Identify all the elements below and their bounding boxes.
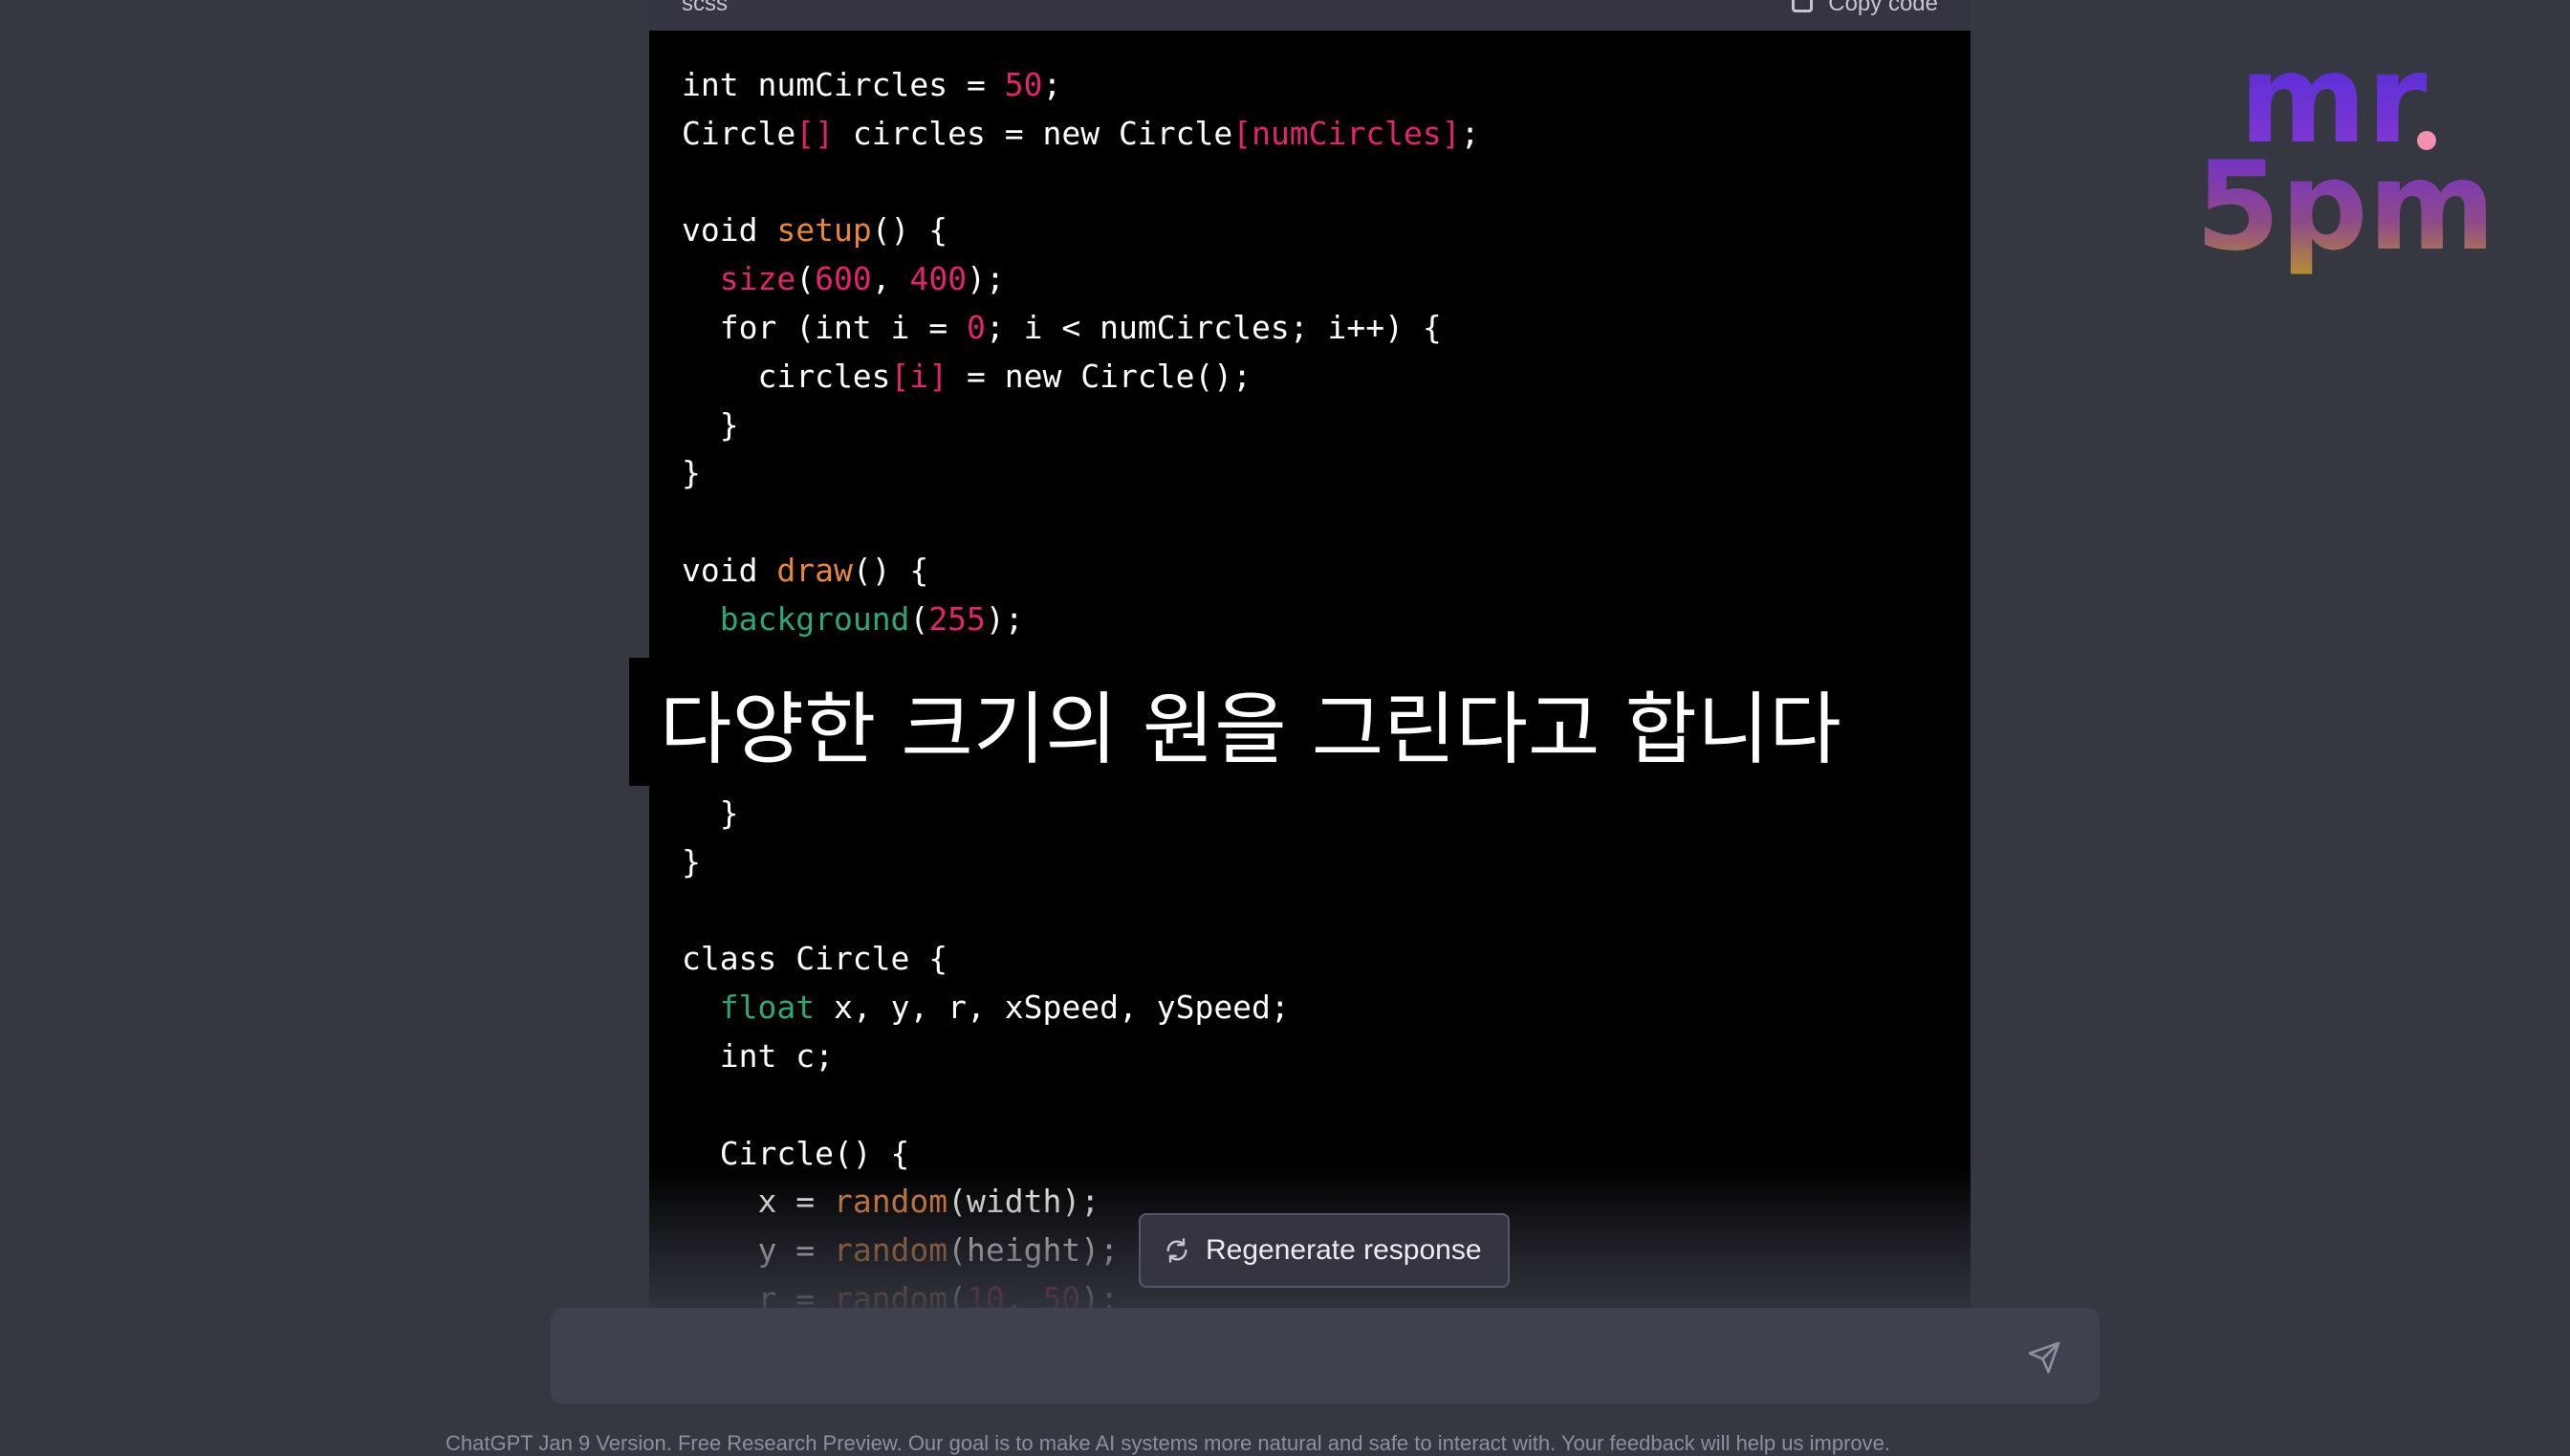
- code-token: ;: [1460, 114, 1480, 152]
- code-line: void setup() {: [682, 206, 1480, 255]
- code-language-label: scss: [682, 0, 728, 16]
- code-line: Circle[] circles = new Circle[numCircles…: [682, 110, 1480, 159]
- copy-code-label: Copy code: [1828, 0, 1938, 16]
- code-token: );: [967, 260, 1005, 298]
- refresh-icon: [1166, 1238, 1187, 1263]
- code-block: scss Copy code int numCircles = 50; Circl…: [649, 0, 1971, 1308]
- send-icon[interactable]: [2027, 1340, 2061, 1375]
- code-token: size: [719, 260, 796, 298]
- code-token: []: [795, 114, 834, 152]
- code-token: }: [682, 405, 739, 444]
- code-token: void: [682, 551, 777, 589]
- code-line: for (int i = 0; i < numCircles; i++) {: [682, 304, 1480, 353]
- logo-dot: [2417, 131, 2436, 150]
- chat-input[interactable]: [551, 1308, 2100, 1403]
- code-line: }: [682, 402, 1480, 450]
- code-token: draw: [776, 551, 853, 589]
- code-token: ,: [871, 260, 910, 298]
- code-token: [numCircles]: [1232, 114, 1461, 152]
- mr5pm-logo: mr 5pm: [2195, 38, 2495, 278]
- copy-code-button[interactable]: Copy code: [1792, 0, 1938, 17]
- code-token: float: [719, 989, 816, 1027]
- regenerate-response-label: Regenerate response: [1206, 1234, 1482, 1266]
- code-token: int numCircles =: [682, 66, 1005, 103]
- code-line: size(600, 400);: [682, 255, 1480, 304]
- code-block-header: scss Copy code: [649, 0, 1971, 31]
- code-token: Circle: [682, 114, 796, 152]
- code-line: float x, y, r, xSpeed, ySpeed;: [682, 984, 1480, 1032]
- video-subtitle: 다양한 크기의 원을 그린다고 합니다: [629, 658, 1913, 786]
- code-token: background: [719, 599, 910, 638]
- code-line: void draw() {: [682, 547, 1480, 596]
- code-line: class Circle {: [682, 935, 1480, 984]
- chat-screen: scss Copy code int numCircles = 50; Circl…: [0, 0, 2570, 1455]
- code-token: void: [682, 211, 777, 250]
- code-line: int c;: [682, 1032, 1480, 1081]
- code-line: }: [682, 449, 1480, 498]
- code-line: background(255);: [682, 596, 1480, 644]
- code-token: circles = new Circle: [833, 114, 1233, 152]
- code-token: for (int i =: [682, 308, 968, 346]
- code-token: );: [985, 599, 1024, 638]
- code-token: x, y, r, xSpeed, ySpeed;: [815, 989, 1290, 1027]
- code-token: () {: [852, 551, 929, 589]
- code-token: class Circle {: [682, 940, 948, 978]
- code-token: 0: [967, 308, 986, 346]
- code-token: 50: [1004, 66, 1043, 103]
- code-token: ; i < numCircles; i++) {: [985, 308, 1442, 346]
- code-token: circles: [682, 357, 891, 395]
- code-token: 600: [815, 260, 872, 298]
- code-token: 255: [928, 599, 986, 638]
- code-token: (: [909, 599, 929, 638]
- code-token: }: [682, 454, 701, 492]
- code-token: 400: [909, 260, 968, 298]
- code-line: int numCircles = 50;: [682, 61, 1480, 110]
- logo-line-2: 5pm: [2195, 136, 2495, 278]
- code-line: }: [682, 790, 1480, 838]
- code-line: circles[i] = new Circle();: [682, 353, 1480, 402]
- code-token: int c;: [682, 1036, 834, 1075]
- code-line: }: [682, 838, 1480, 887]
- code-token: }: [682, 842, 701, 880]
- code-token: ;: [1042, 66, 1062, 103]
- code-token: () {: [871, 211, 948, 250]
- copy-icon: [1792, 0, 1814, 12]
- code-token: setup: [776, 211, 872, 250]
- code-token: (: [795, 260, 816, 298]
- code-token: = new Circle();: [947, 357, 1252, 395]
- regenerate-response-button[interactable]: Regenerate response: [1139, 1213, 1510, 1288]
- code-token: }: [682, 793, 739, 832]
- code-token: [i]: [890, 357, 948, 395]
- footer-disclaimer: ChatGPT Jan 9 Version. Free Research Pre…: [446, 1431, 1890, 1455]
